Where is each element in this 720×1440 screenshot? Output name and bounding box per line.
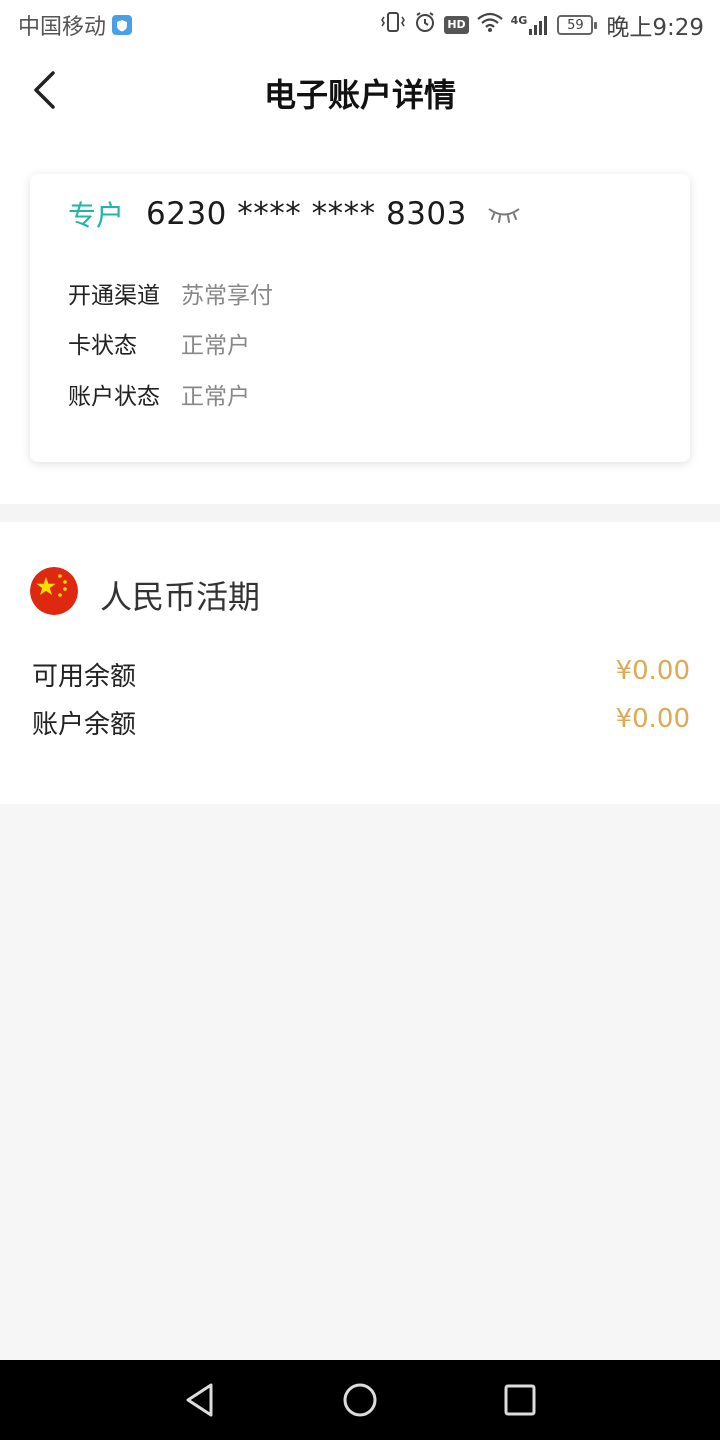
battery-level: 59: [567, 17, 584, 33]
nav-back-button[interactable]: [170, 1370, 230, 1430]
status-bar-left: 中国移动: [18, 9, 133, 41]
status-bar-right: HD 4G 59 晚上9:29: [380, 8, 704, 42]
carrier-name: 中国移动: [18, 15, 107, 40]
account-card: 专户 6230 **** **** 8303 开通渠道 苏常享付 卡状态 正常户…: [30, 174, 690, 462]
nav-home-button[interactable]: [330, 1370, 390, 1430]
signal-icon: 4G: [511, 14, 551, 36]
info-label: 开通渠道: [68, 283, 160, 309]
page-title: 电子账户详情: [263, 76, 456, 114]
battery-icon: 59: [557, 15, 598, 35]
square-recents-icon: [504, 1384, 536, 1416]
system-nav-bar: [0, 1360, 720, 1440]
account-number: 6230 **** **** 8303: [146, 196, 467, 232]
section-divider: [0, 504, 720, 522]
balance-section: 人民币活期 可用余额 ¥0.00 账户余额 ¥0.00: [0, 522, 720, 804]
network-type: 4G: [510, 14, 528, 27]
info-value: 苏常享付: [181, 283, 273, 309]
nav-recents-button[interactable]: [490, 1370, 550, 1430]
eye-closed-icon: [488, 208, 520, 223]
balance-label: 可用余额: [32, 662, 137, 692]
hd-icon: HD: [444, 16, 469, 34]
info-row-card-status: 卡状态 正常户: [68, 326, 250, 360]
status-bar: 中国移动 HD 4G 59 晚上9:29: [0, 0, 720, 50]
info-row-account-status: 账户状态 正常户: [68, 377, 250, 411]
clock: 晚上9:29: [606, 15, 704, 41]
balance-row-available: 可用余额 ¥0.00: [32, 656, 690, 693]
info-label: 账户状态: [68, 384, 160, 410]
balance-value: ¥0.00: [615, 704, 690, 734]
account-card-header: 专户 6230 **** **** 8303: [68, 194, 521, 234]
balance-row-account: 账户余额 ¥0.00: [32, 704, 690, 741]
info-row-channel: 开通渠道 苏常享付: [68, 276, 273, 310]
vibrate-icon: [380, 11, 406, 39]
wifi-icon: [476, 11, 504, 39]
info-value: 正常户: [181, 333, 250, 359]
triangle-back-icon: [186, 1383, 213, 1417]
currency-title: 人民币活期: [100, 578, 261, 616]
info-value: 正常户: [181, 384, 250, 410]
balance-label: 账户余额: [32, 710, 137, 740]
circle-home-icon: [343, 1383, 377, 1417]
account-type-label: 专户: [68, 199, 125, 232]
alarm-icon: [413, 10, 437, 40]
account-section: 专户 6230 **** **** 8303 开通渠道 苏常享付 卡状态 正常户…: [0, 134, 720, 504]
china-flag-icon: [30, 567, 78, 615]
info-label: 卡状态: [68, 333, 137, 359]
header-bar: 电子账户详情: [0, 50, 720, 134]
balance-value: ¥0.00: [615, 656, 690, 686]
shield-icon: [112, 15, 133, 35]
toggle-visibility-button[interactable]: [487, 204, 521, 224]
